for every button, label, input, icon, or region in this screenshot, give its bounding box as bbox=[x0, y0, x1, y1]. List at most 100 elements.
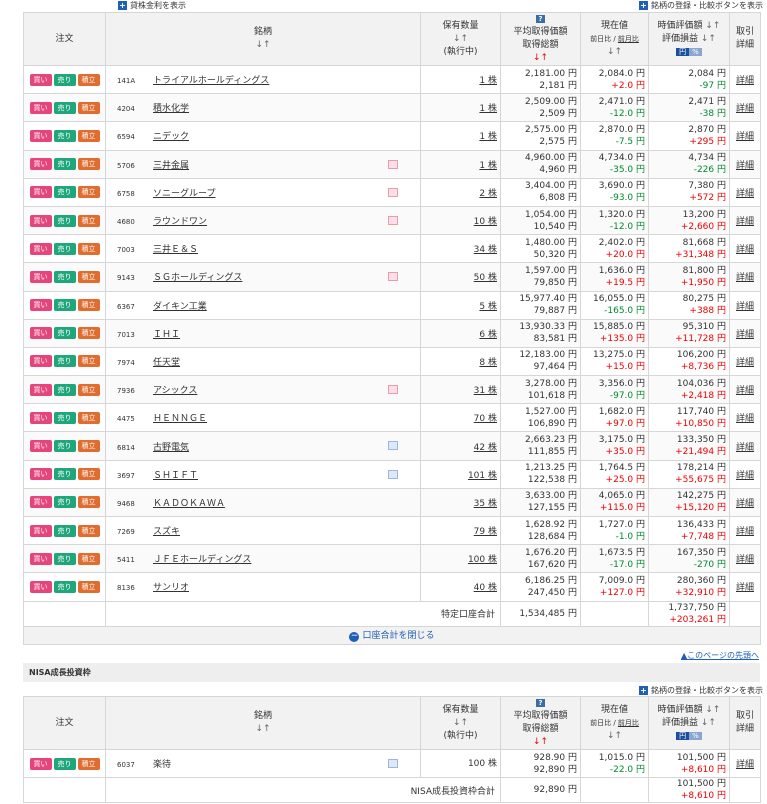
qty-link[interactable]: 1 株 bbox=[420, 64, 501, 95]
report-icon[interactable] bbox=[388, 272, 398, 282]
detail-link[interactable]: 詳細 bbox=[729, 262, 761, 292]
sell-button[interactable]: 売り bbox=[53, 299, 76, 312]
detail-link[interactable]: 詳細 bbox=[729, 515, 761, 546]
help-icon[interactable]: ? bbox=[536, 15, 545, 23]
sell-button[interactable]: 売り bbox=[53, 270, 76, 283]
nisa-show-register-buttons-link[interactable]: + 銘柄の登録・比較ボタンを表示 bbox=[639, 685, 763, 696]
accumulate-button[interactable]: 積立 bbox=[77, 73, 100, 86]
qty-link[interactable]: 1 株 bbox=[420, 149, 501, 179]
stock-name-link[interactable]: ＩＨＩ bbox=[153, 330, 180, 340]
buy-button[interactable]: 買い bbox=[29, 468, 52, 481]
buy-button[interactable]: 買い bbox=[29, 383, 52, 396]
buy-button[interactable]: 買い bbox=[29, 355, 52, 368]
detail-link[interactable]: 詳細 bbox=[729, 487, 761, 518]
prev-month-link[interactable]: 前月比 bbox=[618, 719, 639, 727]
qty-link[interactable]: 1 株 bbox=[420, 93, 501, 123]
qty-link[interactable]: 35 株 bbox=[420, 487, 501, 518]
stock-name-link[interactable]: 古野電気 bbox=[153, 443, 189, 453]
stock-name-link[interactable]: ＫＡＤＯＫＡＷＡ bbox=[153, 499, 225, 509]
accumulate-button[interactable]: 積立 bbox=[77, 186, 100, 199]
detail-link[interactable]: 詳細 bbox=[729, 375, 761, 405]
accumulate-button[interactable]: 積立 bbox=[77, 496, 100, 509]
accumulate-button[interactable]: 積立 bbox=[77, 440, 100, 453]
accumulate-button[interactable]: 積立 bbox=[77, 411, 100, 424]
avg-header[interactable]: ? 平均取得価額 取得総額 ↓↑ bbox=[500, 12, 581, 66]
stock-name-link[interactable]: ＳＧホールディングス bbox=[153, 273, 242, 283]
stock-name-link[interactable]: ソニーグループ bbox=[153, 189, 215, 199]
buy-button[interactable]: 買い bbox=[29, 214, 52, 227]
buy-button[interactable]: 買い bbox=[29, 496, 52, 509]
buy-button[interactable]: 買い bbox=[29, 129, 52, 142]
qty-link[interactable]: 5 株 bbox=[420, 290, 501, 320]
detail-link[interactable]: 詳細 bbox=[729, 403, 761, 433]
accumulate-button[interactable]: 積立 bbox=[77, 129, 100, 142]
accumulate-button[interactable]: 積立 bbox=[77, 327, 100, 340]
sell-button[interactable]: 売り bbox=[53, 158, 76, 171]
detail-link[interactable]: 詳細 bbox=[729, 290, 761, 320]
value-header[interactable]: 時価評価額 ↓↑ 評価損益 ↓↑ 円% bbox=[648, 12, 730, 66]
close-total-button[interactable]: − 口座合計を閉じる bbox=[23, 625, 761, 645]
sell-button[interactable]: 売り bbox=[53, 468, 76, 481]
sell-button[interactable]: 売り bbox=[53, 440, 76, 453]
sell-button[interactable]: 売り bbox=[53, 355, 76, 368]
value-header[interactable]: 時価評価額 ↓↑ 評価損益 ↓↑ 円% bbox=[648, 696, 730, 750]
qty-header[interactable]: 保有数量 ↓↑ (執行中) bbox=[420, 696, 501, 750]
qty-link[interactable]: 8 株 bbox=[420, 346, 501, 377]
accumulate-button[interactable]: 積立 bbox=[77, 101, 100, 114]
sell-button[interactable]: 売り bbox=[53, 524, 76, 537]
accumulate-button[interactable]: 積立 bbox=[77, 552, 100, 565]
detail-link[interactable]: 詳細 bbox=[729, 177, 761, 207]
sell-button[interactable]: 売り bbox=[53, 580, 76, 593]
qty-link[interactable]: 6 株 bbox=[420, 318, 501, 348]
percent-toggle[interactable]: % bbox=[689, 47, 702, 56]
prev-month-link[interactable]: 前月比 bbox=[618, 35, 639, 43]
accumulate-button[interactable]: 積立 bbox=[77, 242, 100, 255]
detail-link[interactable]: 詳細 bbox=[729, 346, 761, 377]
stock-name-link[interactable]: ニデック bbox=[153, 132, 189, 142]
report-icon[interactable] bbox=[388, 159, 398, 169]
show-lending-rate-link[interactable]: + 貸株金利を表示 bbox=[118, 0, 186, 11]
stock-name-link[interactable]: ＨＥＮＮＧＥ bbox=[153, 414, 207, 424]
detail-link[interactable]: 詳細 bbox=[729, 572, 761, 602]
buy-button[interactable]: 買い bbox=[29, 299, 52, 312]
detail-link[interactable]: 詳細 bbox=[729, 93, 761, 123]
price-header[interactable]: 現在値 前日比 / 前月比 ↓↑ bbox=[580, 696, 649, 750]
detail-link[interactable]: 詳細 bbox=[729, 431, 761, 461]
qty-link[interactable]: 34 株 bbox=[420, 234, 501, 264]
qty-link[interactable]: 79 株 bbox=[420, 515, 501, 546]
sell-button[interactable]: 売り bbox=[53, 552, 76, 565]
qty-link[interactable]: 42 株 bbox=[420, 431, 501, 461]
qty-link[interactable]: 1 株 bbox=[420, 121, 501, 151]
help-icon[interactable]: ? bbox=[536, 699, 545, 707]
buy-button[interactable]: 買い bbox=[29, 440, 52, 453]
buy-button[interactable]: 買い bbox=[29, 524, 52, 537]
sell-button[interactable]: 売り bbox=[53, 242, 76, 255]
qty-header[interactable]: 保有数量 ↓↑ (執行中) bbox=[420, 12, 501, 66]
qty-link[interactable]: 70 株 bbox=[420, 403, 501, 433]
qty-link[interactable]: 100 株 bbox=[420, 544, 501, 574]
sell-button[interactable]: 売り bbox=[53, 101, 76, 114]
price-header[interactable]: 現在値 前日比 / 前月比 ↓↑ bbox=[580, 12, 649, 66]
stock-name-link[interactable]: 三井金属 bbox=[153, 161, 189, 171]
qty-link[interactable]: 10 株 bbox=[420, 205, 501, 236]
stock-name-link[interactable]: ＪＦＥホールディングス bbox=[153, 555, 251, 565]
detail-link[interactable]: 詳細 bbox=[729, 459, 761, 489]
sell-button[interactable]: 売り bbox=[53, 327, 76, 340]
avg-header[interactable]: ? 平均取得価額 取得総額 ↓↑ bbox=[500, 696, 581, 750]
accumulate-button[interactable]: 積立 bbox=[77, 158, 100, 171]
stock-header[interactable]: 銘柄 ↓↑ bbox=[105, 696, 421, 750]
detail-link[interactable]: 詳細 bbox=[729, 205, 761, 236]
sell-button[interactable]: 売り bbox=[53, 383, 76, 396]
sell-button[interactable]: 売り bbox=[53, 73, 76, 86]
buy-button[interactable]: 買い bbox=[29, 411, 52, 424]
stock-name-link[interactable]: トライアルホールディングス bbox=[153, 76, 269, 86]
stock-name-link[interactable]: ＳＨＩＦＴ bbox=[153, 471, 198, 481]
buy-button[interactable]: 買い bbox=[29, 552, 52, 565]
accumulate-button[interactable]: 積立 bbox=[77, 214, 100, 227]
sell-button[interactable]: 売り bbox=[53, 496, 76, 509]
sell-button[interactable]: 売り bbox=[53, 411, 76, 424]
show-register-buttons-link[interactable]: + 銘柄の登録・比較ボタンを表示 bbox=[639, 0, 763, 11]
qty-link[interactable]: 31 株 bbox=[420, 375, 501, 405]
stock-header[interactable]: 銘柄 ↓↑ bbox=[105, 12, 421, 66]
stock-name-link[interactable]: 楽待 bbox=[153, 760, 171, 770]
